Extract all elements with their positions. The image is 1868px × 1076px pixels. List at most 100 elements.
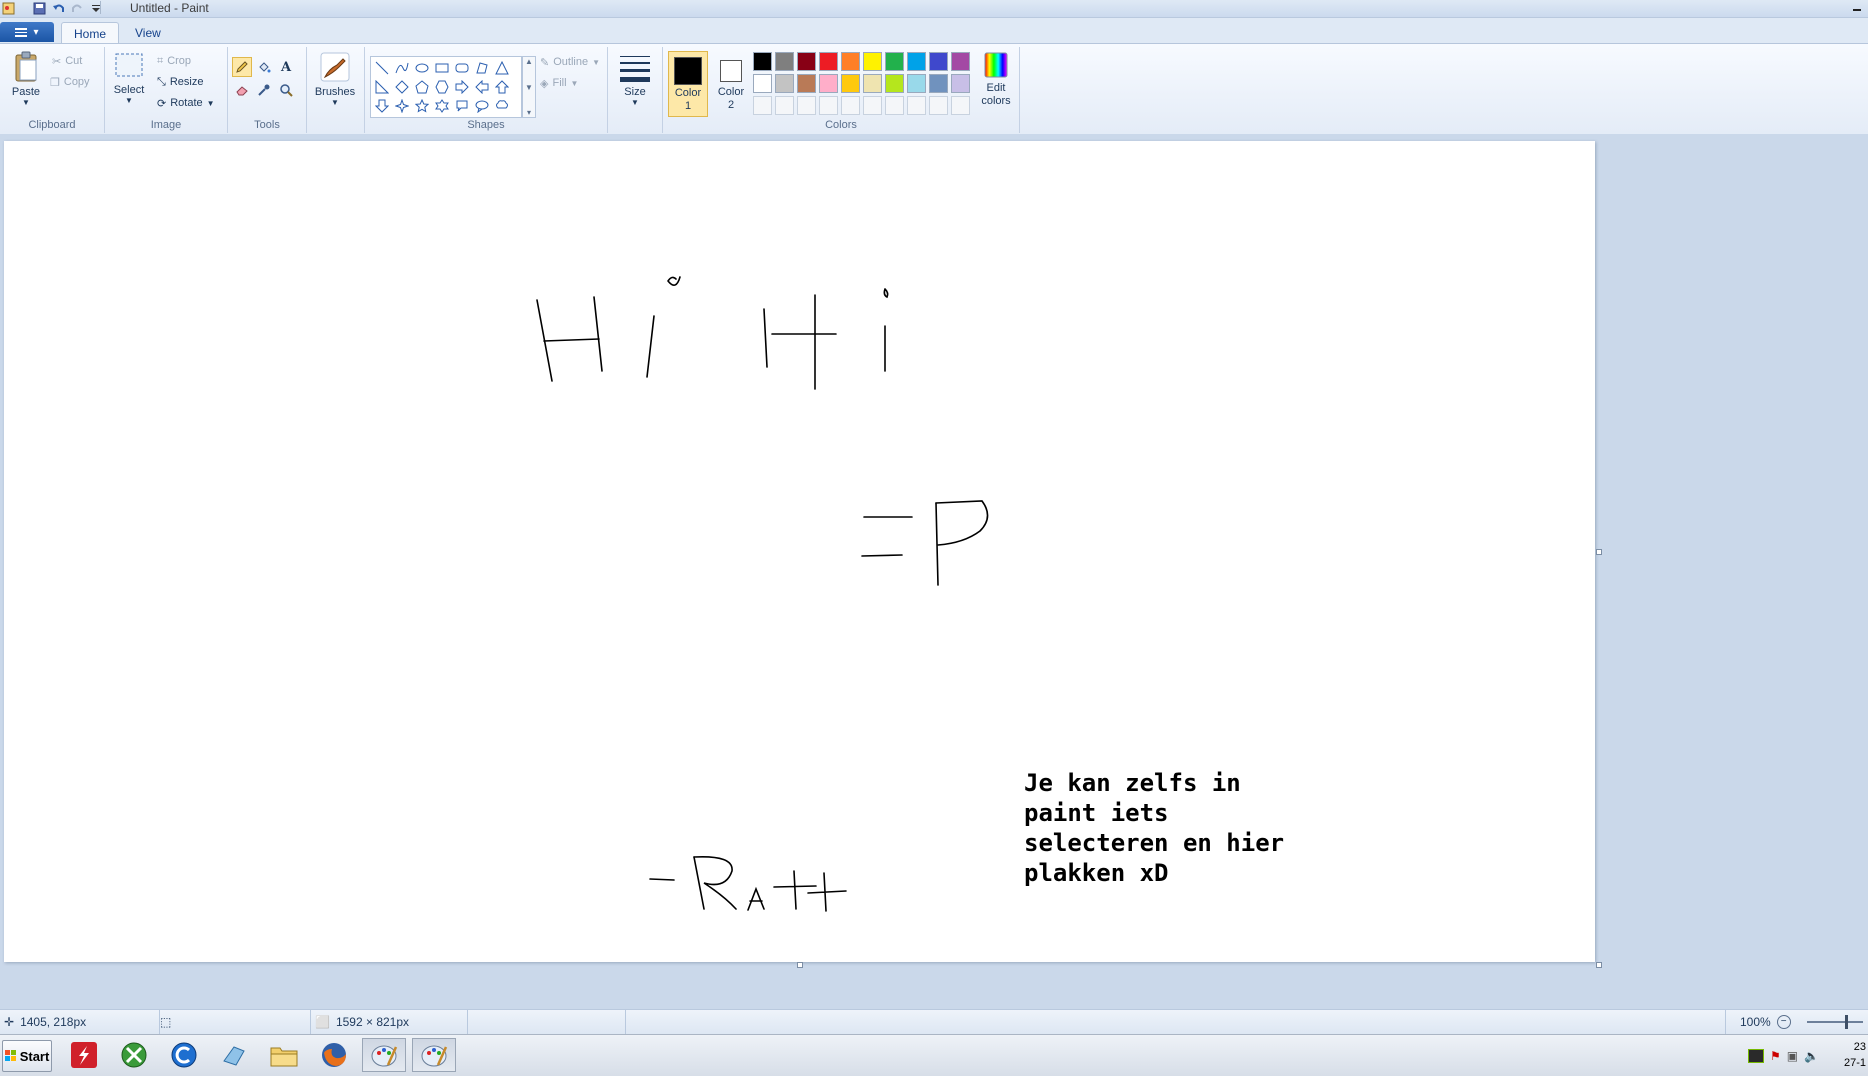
select-button[interactable]: Select ▼	[111, 51, 147, 113]
volume-tray-icon[interactable]: 🔈	[1804, 1049, 1819, 1063]
empty-color-slot[interactable]	[863, 96, 882, 115]
brushes-button[interactable]: Brushes ▼	[312, 51, 358, 107]
color-swatch[interactable]	[951, 74, 970, 93]
empty-color-slot[interactable]	[819, 96, 838, 115]
color-swatch[interactable]	[819, 74, 838, 93]
resize-button[interactable]: ⤡ Resize	[157, 73, 203, 91]
taskbar-flash-icon[interactable]	[62, 1038, 106, 1072]
empty-color-slot[interactable]	[753, 96, 772, 115]
zoom-slider[interactable]	[1806, 1015, 1863, 1029]
color-swatch[interactable]	[929, 74, 948, 93]
expand-icon[interactable]: ▾	[527, 108, 531, 117]
curve-shape-icon[interactable]	[393, 59, 411, 77]
triangle-shape-icon[interactable]	[493, 59, 511, 77]
magnifier-tool[interactable]	[276, 80, 296, 100]
color-swatch[interactable]	[753, 52, 772, 71]
empty-color-slot[interactable]	[885, 96, 904, 115]
minimize-button[interactable]	[1850, 0, 1864, 15]
up-arrow-shape-icon[interactable]	[493, 78, 511, 96]
redo-icon[interactable]	[70, 1, 85, 16]
empty-color-slot[interactable]	[907, 96, 926, 115]
chevron-up-icon[interactable]: ▲	[525, 57, 533, 66]
color-swatch[interactable]	[841, 52, 860, 71]
color1-button[interactable]: Color 1	[668, 51, 708, 117]
outline-button[interactable]: ✎ Outline ▼	[540, 53, 600, 71]
shapes-gallery[interactable]	[370, 56, 522, 118]
rectangle-shape-icon[interactable]	[433, 59, 451, 77]
clock[interactable]: 23 27-1	[1844, 1039, 1866, 1071]
color-swatch[interactable]	[797, 74, 816, 93]
canvas-resize-handle-bottom[interactable]	[797, 962, 803, 968]
empty-color-slot[interactable]	[797, 96, 816, 115]
taskbar-paint-icon-2[interactable]	[412, 1038, 456, 1072]
color-swatch[interactable]	[863, 74, 882, 93]
fill-tool[interactable]	[254, 57, 274, 77]
canvas-resize-handle-corner[interactable]	[1596, 962, 1602, 968]
oval-callout-shape-icon[interactable]	[473, 97, 491, 115]
color-swatch[interactable]	[951, 52, 970, 71]
tab-home[interactable]: Home	[61, 22, 120, 44]
color-swatch[interactable]	[907, 74, 926, 93]
polygon-shape-icon[interactable]	[473, 59, 491, 77]
left-arrow-shape-icon[interactable]	[473, 78, 491, 96]
six-point-star-shape-icon[interactable]	[433, 97, 451, 115]
undo-icon[interactable]	[51, 1, 66, 16]
color-swatch[interactable]	[929, 52, 948, 71]
rounded-callout-shape-icon[interactable]	[453, 97, 471, 115]
tab-view[interactable]: View	[123, 22, 173, 43]
color-swatch[interactable]	[775, 74, 794, 93]
shapes-scroll[interactable]: ▲ ▼ ▾	[522, 56, 536, 118]
edit-colors-button[interactable]: Edit colors	[976, 51, 1016, 108]
cloud-callout-shape-icon[interactable]	[493, 97, 511, 115]
color-swatch[interactable]	[907, 52, 926, 71]
down-arrow-shape-icon[interactable]	[373, 97, 391, 115]
fill-button[interactable]: ◈ Fill ▼	[540, 74, 578, 92]
pencil-tool[interactable]	[232, 57, 252, 77]
cut-button[interactable]: ✂ Cut	[52, 52, 82, 70]
taskbar-xbox-icon[interactable]	[112, 1038, 156, 1072]
diamond-shape-icon[interactable]	[393, 78, 411, 96]
chevron-down-icon[interactable]: ▼	[525, 83, 533, 92]
size-button[interactable]: Size ▼	[616, 53, 654, 107]
color-swatch[interactable]	[797, 52, 816, 71]
taskbar-firefox-icon[interactable]	[312, 1038, 356, 1072]
empty-color-slot[interactable]	[841, 96, 860, 115]
color-picker-tool[interactable]	[254, 80, 274, 100]
right-triangle-shape-icon[interactable]	[373, 78, 391, 96]
five-point-star-shape-icon[interactable]	[413, 97, 431, 115]
text-tool[interactable]: A	[276, 57, 296, 77]
color-swatch[interactable]	[841, 74, 860, 93]
paint-app-icon[interactable]	[1, 1, 16, 16]
empty-color-slot[interactable]	[929, 96, 948, 115]
rounded-rectangle-shape-icon[interactable]	[453, 59, 471, 77]
taskbar-folder-icon[interactable]	[262, 1038, 306, 1072]
drawing-canvas[interactable]: Je kan zelfs in paint iets selecteren en…	[4, 141, 1595, 962]
paint-menu-button[interactable]: ▾	[0, 22, 54, 42]
taskbar-paint-icon-1[interactable]	[362, 1038, 406, 1072]
copy-button[interactable]: ❐ Copy	[50, 73, 90, 91]
right-arrow-shape-icon[interactable]	[453, 78, 471, 96]
pentagon-shape-icon[interactable]	[413, 78, 431, 96]
nvidia-tray-icon[interactable]	[1748, 1049, 1764, 1063]
taskbar-eraser-app-icon[interactable]	[212, 1038, 256, 1072]
oval-shape-icon[interactable]	[413, 59, 431, 77]
color-swatch[interactable]	[885, 74, 904, 93]
eraser-tool[interactable]	[232, 80, 252, 100]
taskbar-ccleaner-icon[interactable]	[162, 1038, 206, 1072]
zoom-slider-thumb[interactable]	[1844, 1015, 1848, 1029]
paste-button[interactable]: Paste ▼	[9, 51, 43, 113]
line-shape-icon[interactable]	[373, 59, 391, 77]
canvas-resize-handle-right[interactable]	[1596, 549, 1602, 555]
empty-color-slot[interactable]	[775, 96, 794, 115]
zoom-out-button[interactable]: −	[1776, 1015, 1791, 1029]
color-swatch[interactable]	[863, 52, 882, 71]
color-swatch[interactable]	[885, 52, 904, 71]
four-point-star-shape-icon[interactable]	[393, 97, 411, 115]
hexagon-shape-icon[interactable]	[433, 78, 451, 96]
save-icon[interactable]	[32, 1, 47, 16]
network-error-tray-icon[interactable]: ⚑	[1770, 1049, 1781, 1063]
start-button[interactable]: Start	[2, 1040, 52, 1072]
color-swatch[interactable]	[753, 74, 772, 93]
color2-button[interactable]: Color 2	[711, 51, 751, 117]
network-tray-icon[interactable]: ▣	[1787, 1049, 1798, 1063]
